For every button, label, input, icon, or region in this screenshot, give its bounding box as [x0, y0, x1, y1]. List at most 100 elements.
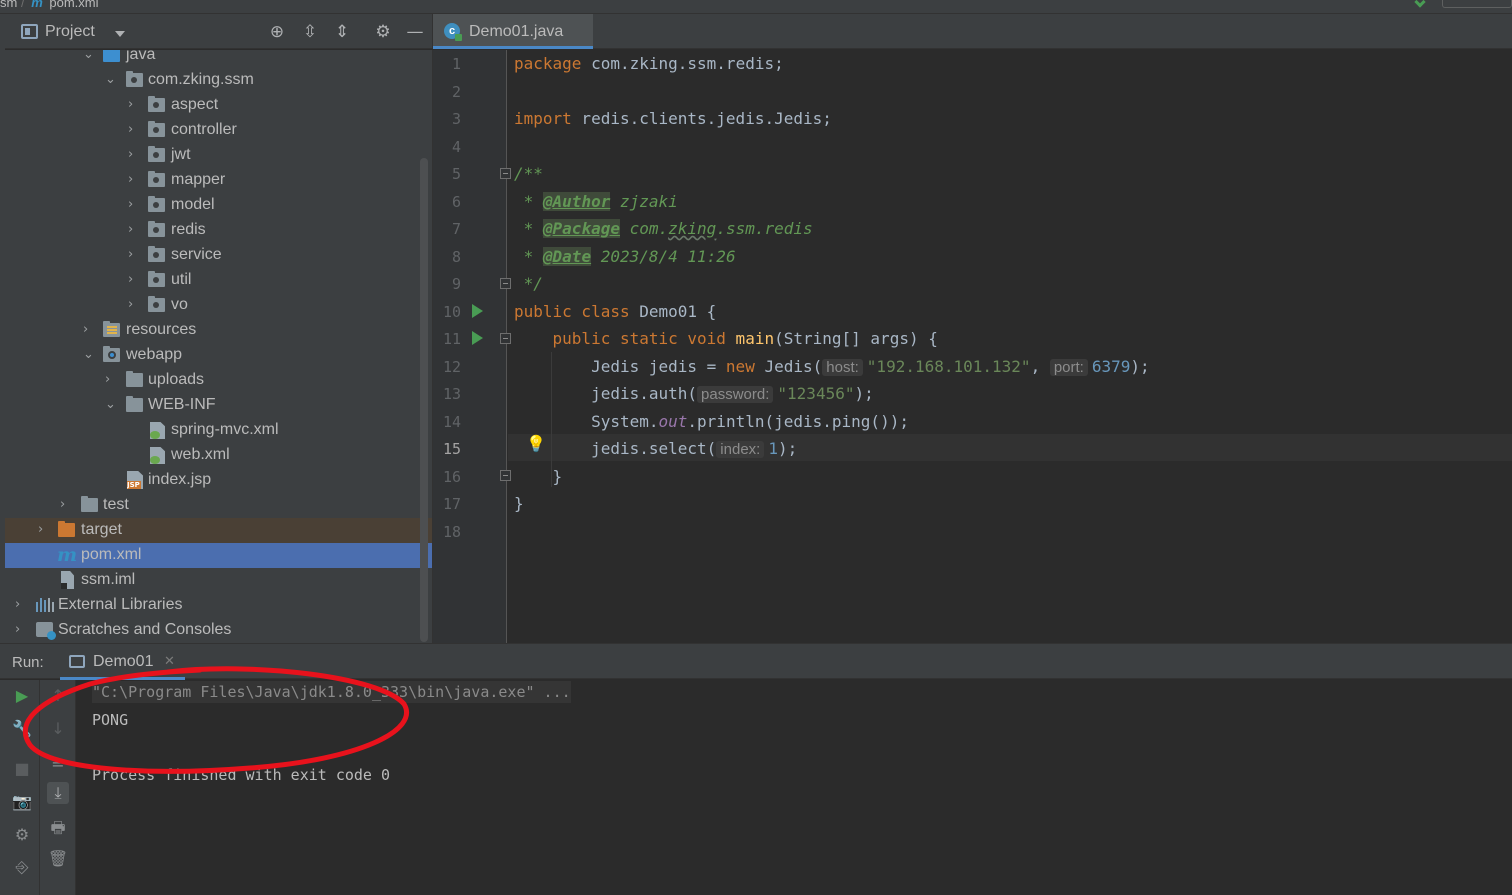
tree-item-web-inf[interactable]: ⌄ WEB-INF [5, 393, 432, 418]
chevron-right-icon[interactable]: › [128, 123, 138, 136]
project-scrollbar[interactable] [420, 158, 428, 642]
tree-item-label: jwt [171, 146, 191, 163]
locate-file-icon[interactable]: ⊕ [266, 21, 288, 43]
chevron-right-icon[interactable]: › [105, 373, 115, 386]
collapse-all-icon[interactable]: ⇕ [331, 21, 353, 43]
tree-item-jwt[interactable]: › jwt [5, 143, 432, 168]
chevron-right-icon[interactable]: › [38, 523, 48, 536]
chevron-right-icon[interactable]: › [128, 148, 138, 161]
tree-item-uploads[interactable]: › uploads [5, 368, 432, 393]
project-tree[interactable]: ⌄ java ⌄ com.zking.ssm › aspect › contro… [5, 50, 432, 643]
camera-icon[interactable]: 📷 [11, 791, 33, 813]
chevron-right-icon[interactable]: › [128, 248, 138, 261]
tree-item-scratches[interactable]: › Scratches and Consoles [5, 618, 432, 643]
chevron-right-icon[interactable]: › [128, 298, 138, 311]
console-output[interactable]: "C:\Program Files\Java\jdk1.8.0_333\bin\… [77, 680, 1512, 895]
tree-item-redis[interactable]: › redis [5, 218, 432, 243]
chevron-right-icon[interactable]: › [15, 623, 25, 636]
tree-item-aspect[interactable]: › aspect [5, 93, 432, 118]
tree-item-label: model [171, 196, 215, 213]
breadcrumb-file[interactable]: pom.xml [49, 0, 98, 10]
trash-icon[interactable]: 🗑 [47, 848, 69, 870]
project-icon [21, 24, 38, 39]
chevron-right-icon[interactable]: › [128, 223, 138, 236]
package-icon [148, 246, 165, 262]
tree-item-spring-mvc-xml[interactable]: spring-mvc.xml [5, 418, 432, 443]
chevron-right-icon[interactable]: › [83, 323, 93, 336]
run-tab-label: Demo01 [93, 653, 154, 670]
wrench-icon[interactable]: 🔧 [11, 718, 33, 740]
tree-item-test[interactable]: › test [5, 493, 432, 518]
tree-item-label: WEB-INF [148, 396, 216, 413]
arrow-down-icon[interactable]: ↓ [47, 718, 69, 740]
tree-item-target[interactable]: › target [5, 518, 432, 543]
tree-item-webapp[interactable]: ⌄ webapp [5, 343, 432, 368]
stop-icon[interactable]: ■ [11, 758, 33, 780]
tree-item-pom-xml[interactable]: m pom.xml [5, 543, 432, 568]
tab-run-demo01[interactable]: Demo01 ✕ [60, 644, 185, 680]
tree-item-package-root[interactable]: ⌄ com.zking.ssm [5, 68, 432, 93]
chevron-right-icon[interactable]: › [128, 198, 138, 211]
tree-item-index-jsp[interactable]: index.jsp [5, 468, 432, 493]
arrow-up-icon[interactable]: ↑ [47, 685, 69, 707]
parameter-hint: port: [1049, 359, 1088, 376]
fold-marker-icon[interactable] [500, 470, 511, 481]
chevron-right-icon[interactable]: › [128, 173, 138, 186]
soft-wrap-icon[interactable]: ≡ [47, 752, 69, 774]
fold-marker-icon[interactable] [500, 333, 511, 344]
chevron-down-icon[interactable] [115, 31, 125, 37]
chevron-right-icon[interactable]: › [60, 498, 70, 511]
tree-item-util[interactable]: › util [5, 268, 432, 293]
tree-item-label: vo [171, 296, 188, 313]
tree-item-resources[interactable]: › resources [5, 318, 432, 343]
maven-icon: m [31, 0, 43, 10]
breadcrumb[interactable]: sm / m pom.xml [0, 0, 99, 10]
chevron-right-icon[interactable]: › [128, 98, 138, 111]
chevron-down-icon[interactable]: ⌄ [105, 73, 116, 86]
rerun-icon[interactable]: ▶ [11, 685, 33, 707]
breadcrumb-project[interactable]: sm [0, 0, 17, 10]
chevron-down-icon[interactable]: ⌄ [83, 348, 94, 361]
fold-marker-icon[interactable] [500, 168, 511, 179]
tree-item-label: Scratches and Consoles [58, 621, 232, 638]
tree-item-controller[interactable]: › controller [5, 118, 432, 143]
package-icon [148, 296, 165, 312]
tree-item-java[interactable]: ⌄ java [5, 50, 432, 68]
line-number: 2 [451, 83, 461, 101]
chevron-right-icon[interactable]: › [128, 273, 138, 286]
tree-item-ssm-iml[interactable]: ssm.iml [5, 568, 432, 593]
line-number: 18 [442, 523, 461, 541]
code-line-10: public class Demo01 { [514, 302, 717, 321]
chevron-right-icon[interactable]: › [15, 598, 25, 611]
line-number: 4 [451, 138, 461, 156]
chevron-down-icon[interactable]: ⌄ [105, 398, 116, 411]
tree-item-model[interactable]: › model [5, 193, 432, 218]
tree-item-web-xml[interactable]: web.xml [5, 443, 432, 468]
hide-panel-icon[interactable]: — [404, 21, 426, 43]
tree-item-vo[interactable]: › vo [5, 293, 432, 318]
tab-demo01-java[interactable]: c Demo01.java [433, 14, 593, 49]
exit-icon[interactable]: ⎆ [11, 856, 33, 878]
settings-icon[interactable]: ⚙ [11, 824, 33, 846]
code-line-13: jedis.auth(password: "123456"); [591, 384, 874, 403]
resources-folder-icon [103, 321, 120, 337]
parameter-hint: index: [716, 441, 765, 458]
fold-marker-icon[interactable] [500, 278, 511, 289]
line-number: 17 [442, 495, 461, 513]
excluded-folder-icon [58, 521, 75, 537]
code-editor[interactable]: 1 2 3 4 5 6 7 8 9 10 11 12 13 14 15 16 1… [432, 50, 1512, 643]
run-class-icon[interactable] [472, 304, 483, 318]
project-panel-title[interactable]: Project [45, 23, 95, 41]
tree-item-external-libraries[interactable]: › External Libraries [5, 593, 432, 618]
close-icon[interactable]: ✕ [164, 654, 175, 669]
print-icon[interactable]: 🖶 [47, 817, 69, 839]
tree-item-mapper[interactable]: › mapper [5, 168, 432, 193]
gear-icon[interactable]: ⚙ [372, 21, 394, 43]
tree-item-service[interactable]: › service [5, 243, 432, 268]
run-config-selector[interactable] [1442, 0, 1512, 8]
chevron-down-icon[interactable]: ⌄ [83, 50, 94, 61]
scroll-to-end-icon[interactable]: ⤓ [47, 782, 69, 804]
vcs-update-icon[interactable] [1414, 0, 1426, 8]
run-main-icon[interactable] [472, 331, 483, 345]
expand-all-icon[interactable]: ⇳ [299, 21, 321, 43]
